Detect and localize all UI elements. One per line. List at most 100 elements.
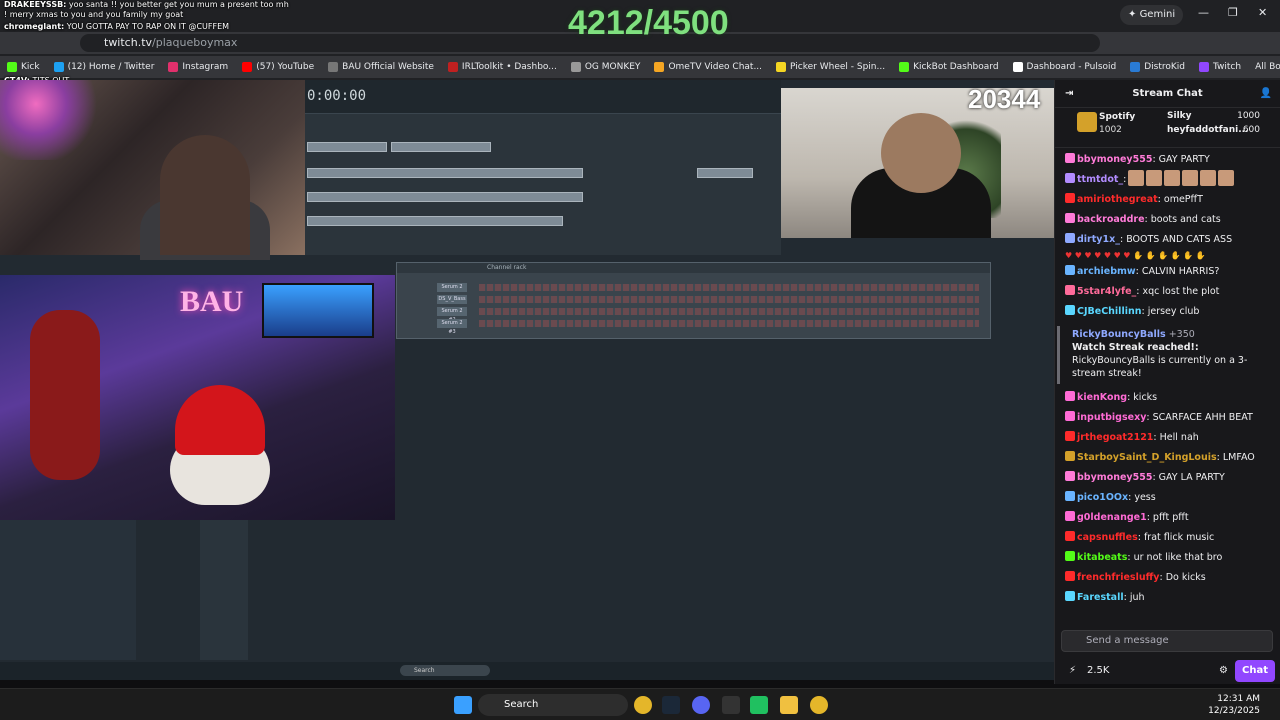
- chat-message: archiebmw: CALVIN HARRIS?: [1055, 262, 1280, 282]
- chat-username[interactable]: jrthegoat2121: [1077, 432, 1153, 443]
- restore-icon[interactable]: ❐: [1228, 6, 1238, 19]
- overlay-chat-line: chromeglant: YOU GOTTA PAY TO RAP ON IT …: [4, 22, 294, 32]
- discord-icon[interactable]: [692, 696, 710, 714]
- bookmark-item[interactable]: (57) YouTube: [235, 62, 321, 72]
- chat-message: kitabeats: ur not like that bro: [1055, 548, 1280, 568]
- chat-username[interactable]: pico1OOx: [1077, 492, 1128, 503]
- chat-text: : SCARFACE AHH BEAT: [1146, 412, 1253, 423]
- chat-username[interactable]: frenchfriesluffy: [1077, 572, 1160, 583]
- chat-button[interactable]: Chat: [1235, 660, 1275, 682]
- channel-points[interactable]: 2.5K: [1087, 665, 1109, 676]
- windows-taskbar: Search 12:31 AM 12/23/2025: [0, 688, 1280, 720]
- chat-title: Stream Chat: [1132, 88, 1203, 99]
- bookmarks-bar: Kick (12) Home / Twitter Instagram (57) You…: [0, 56, 1280, 78]
- bookmark-label: Kick: [21, 62, 40, 72]
- bookmark-item[interactable]: Dashboard - Pulsoid: [1006, 62, 1124, 72]
- all-bookmarks[interactable]: All Bookmarks: [1248, 62, 1280, 72]
- collapse-icon[interactable]: ⇥: [1065, 80, 1073, 108]
- chat-message: frenchfriesluffy: Do kicks: [1055, 568, 1280, 588]
- bookmark-item[interactable]: Kick: [0, 62, 47, 72]
- bookmark-icon: [570, 62, 581, 72]
- bookmark-item[interactable]: IRLToolkit • Dashbo...: [441, 62, 564, 72]
- points-icon[interactable]: ⚡: [1069, 665, 1076, 676]
- start-icon[interactable]: [454, 696, 472, 714]
- close-icon[interactable]: ✕: [1258, 6, 1267, 19]
- bookmark-item[interactable]: OG MONKEY: [564, 62, 648, 72]
- users-icon[interactable]: 👤: [1260, 80, 1272, 108]
- chat-message: jrthegoat2121: Hell nah: [1055, 428, 1280, 448]
- chat-username[interactable]: capsnuffles: [1077, 532, 1138, 543]
- step-row[interactable]: [479, 284, 979, 291]
- chat-username[interactable]: amiriothegreat: [1077, 194, 1158, 205]
- chrome-icon[interactable]: [634, 696, 652, 714]
- chat-username[interactable]: archiebmw: [1077, 266, 1136, 277]
- chat-panel: ⇥ Stream Chat 👤 Spotify 1002 Silky 1000 …: [1054, 80, 1280, 684]
- chat-username[interactable]: g0ldenange1: [1077, 512, 1147, 523]
- channel-name[interactable]: DS_V_Bass: [437, 295, 467, 304]
- chat-username[interactable]: ttmtdot_: [1077, 174, 1123, 185]
- obs-icon[interactable]: [722, 696, 740, 714]
- chat-text: : yess: [1128, 492, 1156, 503]
- chat-username[interactable]: inputbigsexy: [1077, 412, 1146, 423]
- chat-input[interactable]: Send a message: [1061, 630, 1273, 652]
- app-icon[interactable]: [750, 696, 768, 714]
- taskbar-search[interactable]: Search: [478, 694, 628, 716]
- bookmark-label: (57) YouTube: [256, 62, 315, 72]
- bookmark-item[interactable]: Instagram: [161, 62, 235, 72]
- bookmark-item[interactable]: DistroKid: [1123, 62, 1192, 72]
- gift-count: 1002: [1099, 125, 1122, 135]
- stream-video[interactable]: 0:00:00 20344 Channel rack Serum 2 DS_V_…: [0, 80, 1054, 680]
- chat-username[interactable]: Farestall: [1077, 592, 1124, 603]
- leader-name[interactable]: Silky: [1167, 111, 1192, 121]
- chat-text: :: [1123, 174, 1127, 185]
- chat-text: : ur not like that bro: [1127, 552, 1223, 563]
- step-row[interactable]: [479, 308, 979, 315]
- gift-icon: [1077, 112, 1097, 132]
- daw-time: 0:00:00: [307, 88, 367, 104]
- chat-text: : BOOTS AND CATS ASS: [1119, 234, 1233, 245]
- gemini-button[interactable]: ✦ Gemini: [1120, 5, 1184, 25]
- steam-icon[interactable]: [662, 696, 680, 714]
- chat-message: backroaddre: boots and cats: [1055, 210, 1280, 230]
- chat-text: : CALVIN HARRIS?: [1135, 266, 1220, 277]
- monitor: [262, 283, 374, 338]
- bookmark-icon: [53, 62, 64, 72]
- chat-message: capsnuffles: frat flick music: [1055, 528, 1280, 548]
- emote-icon: [1146, 170, 1163, 186]
- chat-username[interactable]: 5star4lyfe_: [1077, 286, 1136, 297]
- notice-user[interactable]: RickyBouncyBalls: [1072, 329, 1166, 340]
- chat-username[interactable]: backroaddre: [1077, 214, 1145, 225]
- bookmark-item[interactable]: KickBot Dashboard: [892, 62, 1005, 72]
- bookmark-icon: [899, 62, 910, 72]
- channel-name[interactable]: Serum 2 #3: [437, 319, 467, 335]
- screen: twitch.tv/plaqueboymax ✦ Gemini — ❐ ✕ Ki…: [0, 0, 1280, 720]
- chat-username[interactable]: CJBeChillinn: [1077, 306, 1141, 317]
- bookmark-item[interactable]: Picker Wheel - Spin...: [769, 62, 892, 72]
- bookmark-item[interactable]: Twitch: [1192, 62, 1248, 72]
- url-host: twitch.tv: [104, 36, 153, 49]
- emote-icon: [1128, 170, 1145, 186]
- chat-username[interactable]: StarboySaint_D_KingLouis: [1077, 452, 1217, 463]
- channel-name[interactable]: Serum 2: [437, 283, 467, 292]
- folder-icon[interactable]: [780, 696, 798, 714]
- pattern-clip: [391, 142, 491, 152]
- chat-username[interactable]: dirty1x_: [1077, 234, 1120, 245]
- settings-icon[interactable]: ⚙: [1219, 665, 1228, 676]
- bookmark-item[interactable]: BAU Official Website: [321, 62, 441, 72]
- bookmark-item[interactable]: (12) Home / Twitter: [47, 62, 162, 72]
- bookmark-item[interactable]: OmeTV Video Chat...: [647, 62, 769, 72]
- step-row[interactable]: [479, 296, 979, 303]
- chat-footer: ⚡ 2.5K ⚙ Chat: [1055, 660, 1280, 684]
- step-row[interactable]: [479, 320, 979, 327]
- chat-username[interactable]: kienKong: [1077, 392, 1127, 403]
- channel-name[interactable]: Serum 2 #2: [437, 307, 467, 323]
- chat-username[interactable]: kitabeats: [1077, 552, 1127, 563]
- chat-username[interactable]: bbymoney555: [1077, 154, 1152, 165]
- chat-username[interactable]: bbymoney555: [1077, 472, 1152, 483]
- person-head: [881, 113, 961, 193]
- chrome-icon[interactable]: [810, 696, 828, 714]
- badge-icon: [1065, 491, 1075, 501]
- leader-name[interactable]: heyfaddotfani...: [1167, 125, 1248, 135]
- minimize-icon[interactable]: —: [1198, 6, 1209, 19]
- channel-rack[interactable]: Channel rack Serum 2 DS_V_Bass Serum 2 #…: [396, 262, 991, 339]
